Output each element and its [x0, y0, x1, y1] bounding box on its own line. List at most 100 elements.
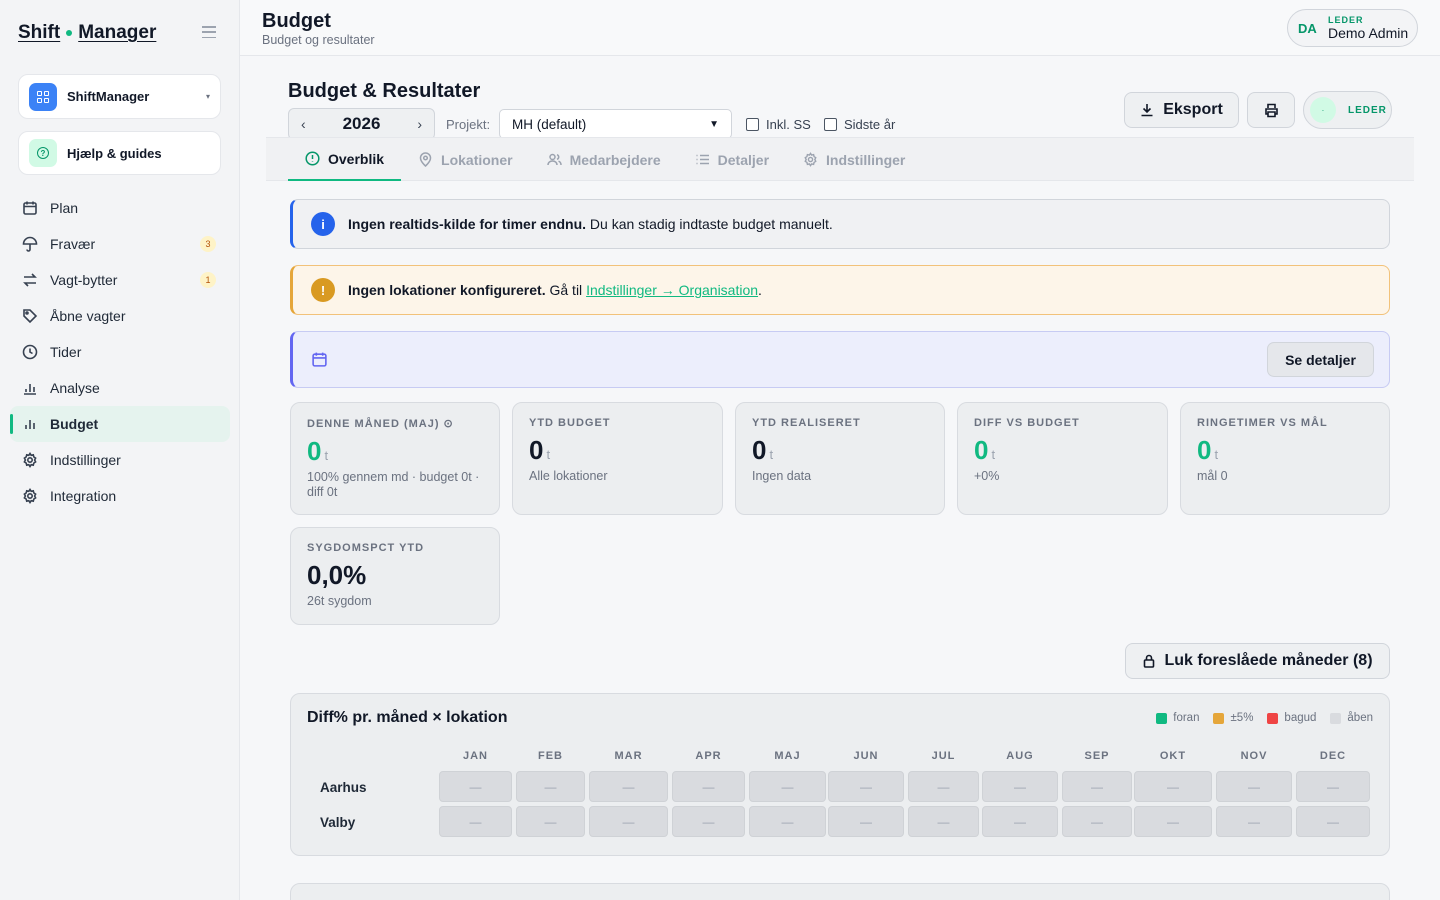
heatmap-cell[interactable]: — — [516, 771, 585, 802]
legend-swatch — [1267, 712, 1279, 724]
alert-rest: Gå til — [545, 282, 587, 298]
sidebar-item-fravaer[interactable]: Fravær 3 — [10, 226, 230, 262]
heatmap-cell[interactable]: — — [982, 771, 1058, 802]
sidebar-item-budget[interactable]: Budget — [10, 406, 230, 442]
alert-bold: Ingen lokationer konfigureret. — [348, 282, 546, 298]
export-button[interactable]: Eksport — [1124, 92, 1239, 128]
heatmap-cell[interactable]: — — [828, 806, 904, 837]
heatmap-cell[interactable]: — — [828, 771, 904, 802]
user-name: Demo Admin — [1328, 25, 1409, 41]
heatmap-cell[interactable]: — — [1216, 771, 1292, 802]
menu-toggle-icon[interactable] — [202, 26, 216, 38]
bar-chart-icon — [25, 420, 35, 429]
kpi-label: DENNE MÅNED (MAJ) ⊙ — [307, 418, 454, 430]
sidebar-item-tider[interactable]: Tider — [10, 334, 230, 370]
leader-role-chip[interactable]: · LEDER — [1303, 91, 1392, 129]
month-header: AUG — [1006, 750, 1034, 762]
month-header: MAR — [614, 750, 643, 762]
sidebar-item-abne-vagter[interactable]: Åbne vagter — [10, 298, 230, 334]
heatmap-cell[interactable]: — — [908, 806, 979, 837]
heatmap-cell[interactable]: — — [439, 771, 512, 802]
tab-bar: Overblik Lokationer Medarbejdere Detalje… — [266, 137, 1414, 181]
heatmap-cell[interactable]: — — [589, 771, 668, 802]
user-menu[interactable]: DA LEDER Demo Admin — [1287, 9, 1418, 47]
sidebar: Shift Manager ShiftManager ▾ ? Hjælp & g… — [0, 0, 240, 900]
heatmap-cell[interactable]: — — [749, 806, 826, 837]
legend-item: ±5% — [1213, 712, 1253, 724]
sidebar-item-plan[interactable]: Plan — [10, 190, 230, 226]
sidebar-item-integration[interactable]: Integration — [10, 478, 230, 514]
project-select[interactable]: MH (default) ▼ — [499, 109, 732, 139]
heatmap-cell[interactable]: — — [672, 806, 745, 837]
avatar: · — [1310, 97, 1336, 123]
kpi-card-this-month: DENNE MÅNED (MAJ) ⊙ 0t 100% gennem md · … — [290, 402, 500, 515]
workspace-switcher[interactable]: ShiftManager ▾ — [18, 74, 221, 119]
include-ss-checkbox[interactable]: Inkl. SS — [746, 117, 811, 132]
kpi-sub: 26t sygdom — [307, 594, 372, 608]
year-value: 2026 — [342, 114, 381, 133]
alert-circle-icon — [305, 151, 320, 166]
heatmap-cell[interactable]: — — [749, 771, 826, 802]
legend-swatch — [1156, 712, 1168, 724]
tab-lokationer[interactable]: Lokationer — [401, 138, 530, 181]
heatmap-cell[interactable]: — — [908, 771, 979, 802]
tab-overblik[interactable]: Overblik — [288, 138, 402, 181]
heatmap-cell[interactable]: — — [1134, 771, 1212, 802]
sidebar-item-label: Fravær — [50, 236, 96, 252]
kpi-unit: t — [324, 448, 329, 463]
tab-indstillinger[interactable]: Indstillinger — [786, 138, 922, 181]
map-pin-icon — [419, 152, 432, 167]
sidebar-item-label: Åbne vagter — [50, 308, 126, 324]
heatmap-cell[interactable]: — — [1296, 771, 1370, 802]
tab-label: Overblik — [328, 150, 385, 167]
kpi-number: 0 — [752, 435, 767, 465]
sidebar-item-analyse[interactable]: Analyse — [10, 370, 230, 406]
checkbox-label: Inkl. SS — [766, 117, 811, 132]
heatmap-cell[interactable]: — — [1134, 806, 1212, 837]
sidebar-item-label: Indstillinger — [50, 452, 121, 468]
heatmap-cell[interactable]: — — [672, 771, 745, 802]
header-subtitle: Budget og resultater — [262, 33, 375, 47]
checkbox-box[interactable] — [824, 118, 837, 131]
see-details-button[interactable]: Se detaljer — [1267, 342, 1374, 377]
chevron-left-icon[interactable]: ‹ — [301, 116, 306, 132]
kpi-unit: t — [769, 447, 774, 462]
heatmap-cell[interactable]: — — [1062, 771, 1132, 802]
close-suggested-months-button[interactable]: Luk foreslåede måneder (8) — [1125, 643, 1390, 679]
chevron-right-icon[interactable]: › — [417, 116, 422, 132]
sidebar-item-vagt-bytter[interactable]: Vagt-bytter 1 — [10, 262, 230, 298]
help-guides-button[interactable]: ? Hjælp & guides — [18, 131, 221, 175]
kpi-sub: Alle lokationer — [529, 469, 608, 483]
heatmap-cell[interactable]: — — [516, 806, 585, 837]
heatmap-cell[interactable]: — — [1216, 806, 1292, 837]
kpi-number: 0 — [1197, 435, 1212, 465]
tab-label: Detaljer — [717, 151, 770, 168]
month-header: SEP — [1084, 750, 1110, 762]
tab-medarbejdere[interactable]: Medarbejdere — [530, 138, 678, 181]
tab-label: Medarbejdere — [569, 151, 661, 168]
kpi-value: 0t — [752, 435, 928, 466]
info-icon: i — [311, 212, 335, 236]
month-header: NOV — [1240, 750, 1268, 762]
print-button[interactable] — [1247, 92, 1295, 128]
checkbox-box[interactable] — [746, 118, 759, 131]
legend-label: ±5% — [1230, 712, 1254, 724]
calendar-icon — [23, 201, 37, 215]
kpi-value: 0t — [1197, 435, 1373, 466]
legend-label: åben — [1347, 712, 1373, 724]
last-year-checkbox[interactable]: Sidste år — [824, 117, 895, 132]
settings-organisation-link[interactable]: Indstillinger → Organisation — [586, 282, 758, 298]
heatmap-cell[interactable]: — — [1296, 806, 1370, 837]
kpi-unit: t — [546, 447, 551, 462]
heatmap-cell[interactable]: — — [589, 806, 668, 837]
tab-detaljer[interactable]: Detaljer — [678, 138, 786, 181]
avatar: DA — [1298, 20, 1317, 36]
heatmap-cell[interactable]: — — [1062, 806, 1132, 837]
app-logo[interactable]: Shift Manager — [18, 22, 156, 44]
heatmap-cell[interactable]: — — [982, 806, 1058, 837]
next-section-card — [290, 883, 1390, 900]
chevron-down-icon: ▼ — [709, 118, 719, 130]
sidebar-item-indstillinger[interactable]: Indstillinger — [10, 442, 230, 478]
project-value: MH (default) — [512, 116, 587, 132]
heatmap-cell[interactable]: — — [439, 806, 512, 837]
